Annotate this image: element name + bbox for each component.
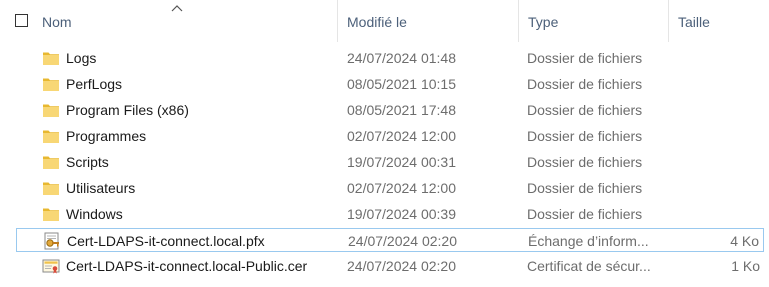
column-header-name[interactable]: Nom	[42, 14, 72, 30]
file-row[interactable]: Scripts 19/07/2024 00:31 Dossier de fich…	[16, 150, 764, 174]
file-row[interactable]: Cert-LDAPS-it-connect.local-Public.cer 2…	[16, 254, 764, 278]
column-header-bar: Nom Modifié le Type Taille	[0, 0, 769, 42]
folder-icon	[42, 49, 60, 67]
certificate-icon	[42, 257, 60, 275]
file-name: Logs	[66, 50, 97, 66]
file-size: 1 Ko	[731, 258, 760, 274]
column-header-modified[interactable]: Modifié le	[347, 14, 407, 30]
file-modified: 02/07/2024 12:00	[347, 128, 456, 144]
folder-icon	[42, 153, 60, 171]
file-modified: 02/07/2024 12:00	[347, 180, 456, 196]
file-modified: 24/07/2024 01:48	[347, 50, 456, 66]
select-all-checkbox[interactable]	[15, 14, 28, 27]
file-type: Dossier de fichiers	[527, 180, 643, 196]
file-row[interactable]: Utilisateurs 02/07/2024 12:00 Dossier de…	[16, 176, 764, 200]
folder-icon	[42, 127, 60, 145]
file-modified: 24/07/2024 02:20	[347, 258, 456, 274]
file-name: Utilisateurs	[66, 180, 136, 196]
file-row[interactable]: Programmes 02/07/2024 12:00 Dossier de f…	[16, 124, 764, 148]
folder-icon	[42, 75, 60, 93]
pfx-certificate-icon	[43, 232, 61, 250]
file-row[interactable]: Logs 24/07/2024 01:48 Dossier de fichier…	[16, 46, 764, 70]
file-row[interactable]: PerfLogs 08/05/2021 10:15 Dossier de fic…	[16, 72, 764, 96]
file-size: 4 Ko	[730, 233, 759, 249]
file-type: Échange d’inform...	[528, 233, 649, 249]
file-name: Programmes	[66, 128, 147, 144]
file-modified: 08/05/2021 10:15	[347, 76, 456, 92]
column-divider[interactable]	[668, 0, 669, 42]
file-type: Dossier de fichiers	[527, 206, 643, 222]
file-row[interactable]: Windows 19/07/2024 00:39 Dossier de fich…	[16, 202, 764, 226]
file-name: Program Files (x86)	[66, 102, 189, 118]
folder-icon	[42, 205, 60, 223]
file-name: Cert-LDAPS-it-connect.local-Public.cer	[66, 258, 308, 274]
file-name: Scripts	[66, 154, 109, 170]
file-modified: 08/05/2021 17:48	[347, 102, 456, 118]
file-row[interactable]: Cert-LDAPS-it-connect.local.pfx 24/07/20…	[16, 228, 764, 252]
file-name: PerfLogs	[66, 76, 123, 92]
file-name: Cert-LDAPS-it-connect.local.pfx	[67, 233, 265, 249]
file-type: Dossier de fichiers	[527, 102, 643, 118]
file-modified: 19/07/2024 00:39	[347, 206, 456, 222]
file-type: Dossier de fichiers	[527, 154, 643, 170]
file-type: Certificat de sécur...	[527, 258, 651, 274]
file-row[interactable]: Program Files (x86) 08/05/2021 17:48 Dos…	[16, 98, 764, 122]
file-name: Windows	[66, 206, 123, 222]
column-divider[interactable]	[518, 0, 519, 42]
column-header-size[interactable]: Taille	[678, 14, 710, 30]
file-modified: 19/07/2024 00:31	[347, 154, 456, 170]
file-type: Dossier de fichiers	[527, 128, 643, 144]
folder-icon	[42, 179, 60, 197]
file-type: Dossier de fichiers	[527, 76, 643, 92]
file-modified: 24/07/2024 02:20	[348, 233, 457, 249]
folder-icon	[42, 101, 60, 119]
column-header-type[interactable]: Type	[528, 14, 558, 30]
column-divider[interactable]	[337, 0, 338, 42]
file-type: Dossier de fichiers	[527, 50, 643, 66]
sort-ascending-icon[interactable]	[171, 4, 183, 12]
